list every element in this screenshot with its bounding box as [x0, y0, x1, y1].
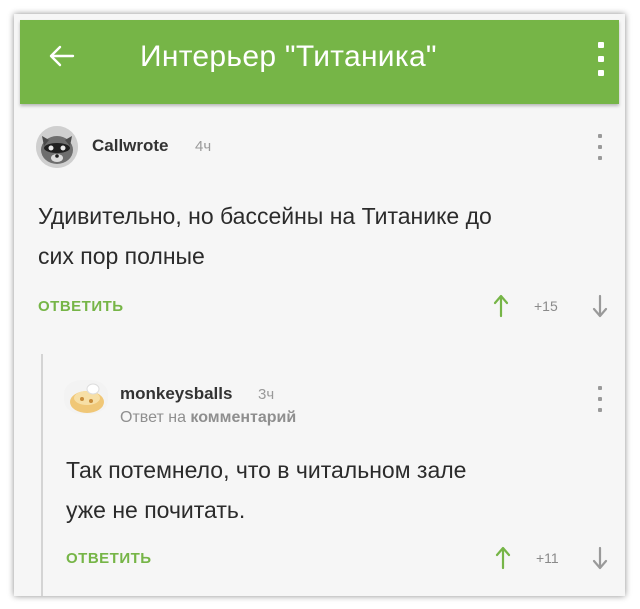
arrow-left-icon — [49, 45, 75, 67]
comment-text: Так потемнело, что в читальном зале уже … — [66, 450, 466, 530]
upvote-arrow-icon[interactable] — [495, 546, 511, 570]
comment-text-line: Так потемнело, что в читальном зале — [66, 457, 467, 483]
avatar[interactable] — [36, 126, 78, 168]
comment-time: 3ч — [258, 386, 275, 403]
avatar[interactable] — [64, 380, 108, 414]
thread-indent-line — [41, 354, 43, 596]
comment-text: Удивительно, но бассейны на Титанике до … — [38, 196, 492, 276]
reply-to-label[interactable]: Ответ на комментарий — [120, 409, 296, 427]
app-frame: Интерьер "Титаника" Callwrote 4ч Удивите… — [14, 14, 625, 596]
comment-text-line: сих пор полные — [38, 243, 205, 269]
page-title: Интерьер "Титаника" — [140, 40, 437, 73]
more-vertical-icon[interactable] — [595, 42, 607, 76]
app-bar: Интерьер "Титаника" — [20, 20, 619, 104]
downvote-arrow-icon[interactable] — [592, 294, 608, 318]
comment-time: 4ч — [195, 138, 212, 155]
food-avatar — [64, 380, 108, 414]
comment-text-line: уже не почитать. — [66, 497, 246, 523]
downvote-arrow-icon[interactable] — [592, 546, 608, 570]
reply-button[interactable]: ОТВЕТИТЬ — [38, 298, 124, 315]
comment-author[interactable]: monkeysballs — [120, 384, 232, 404]
comment-author[interactable]: Callwrote — [92, 136, 169, 156]
reply-button[interactable]: ОТВЕТИТЬ — [66, 550, 152, 567]
reply-to-prefix: Ответ на — [120, 409, 186, 426]
upvote-arrow-icon[interactable] — [493, 294, 509, 318]
comment-menu-icon[interactable] — [597, 386, 603, 412]
comment-menu-icon[interactable] — [597, 134, 603, 160]
back-button[interactable] — [42, 36, 82, 76]
reply-to-target[interactable]: комментарий — [190, 409, 296, 426]
comment-text-line: Удивительно, но бассейны на Титанике до — [38, 203, 492, 229]
vote-score: +11 — [536, 550, 559, 566]
vote-score: +15 — [534, 298, 558, 314]
raccoon-avatar — [36, 126, 78, 168]
